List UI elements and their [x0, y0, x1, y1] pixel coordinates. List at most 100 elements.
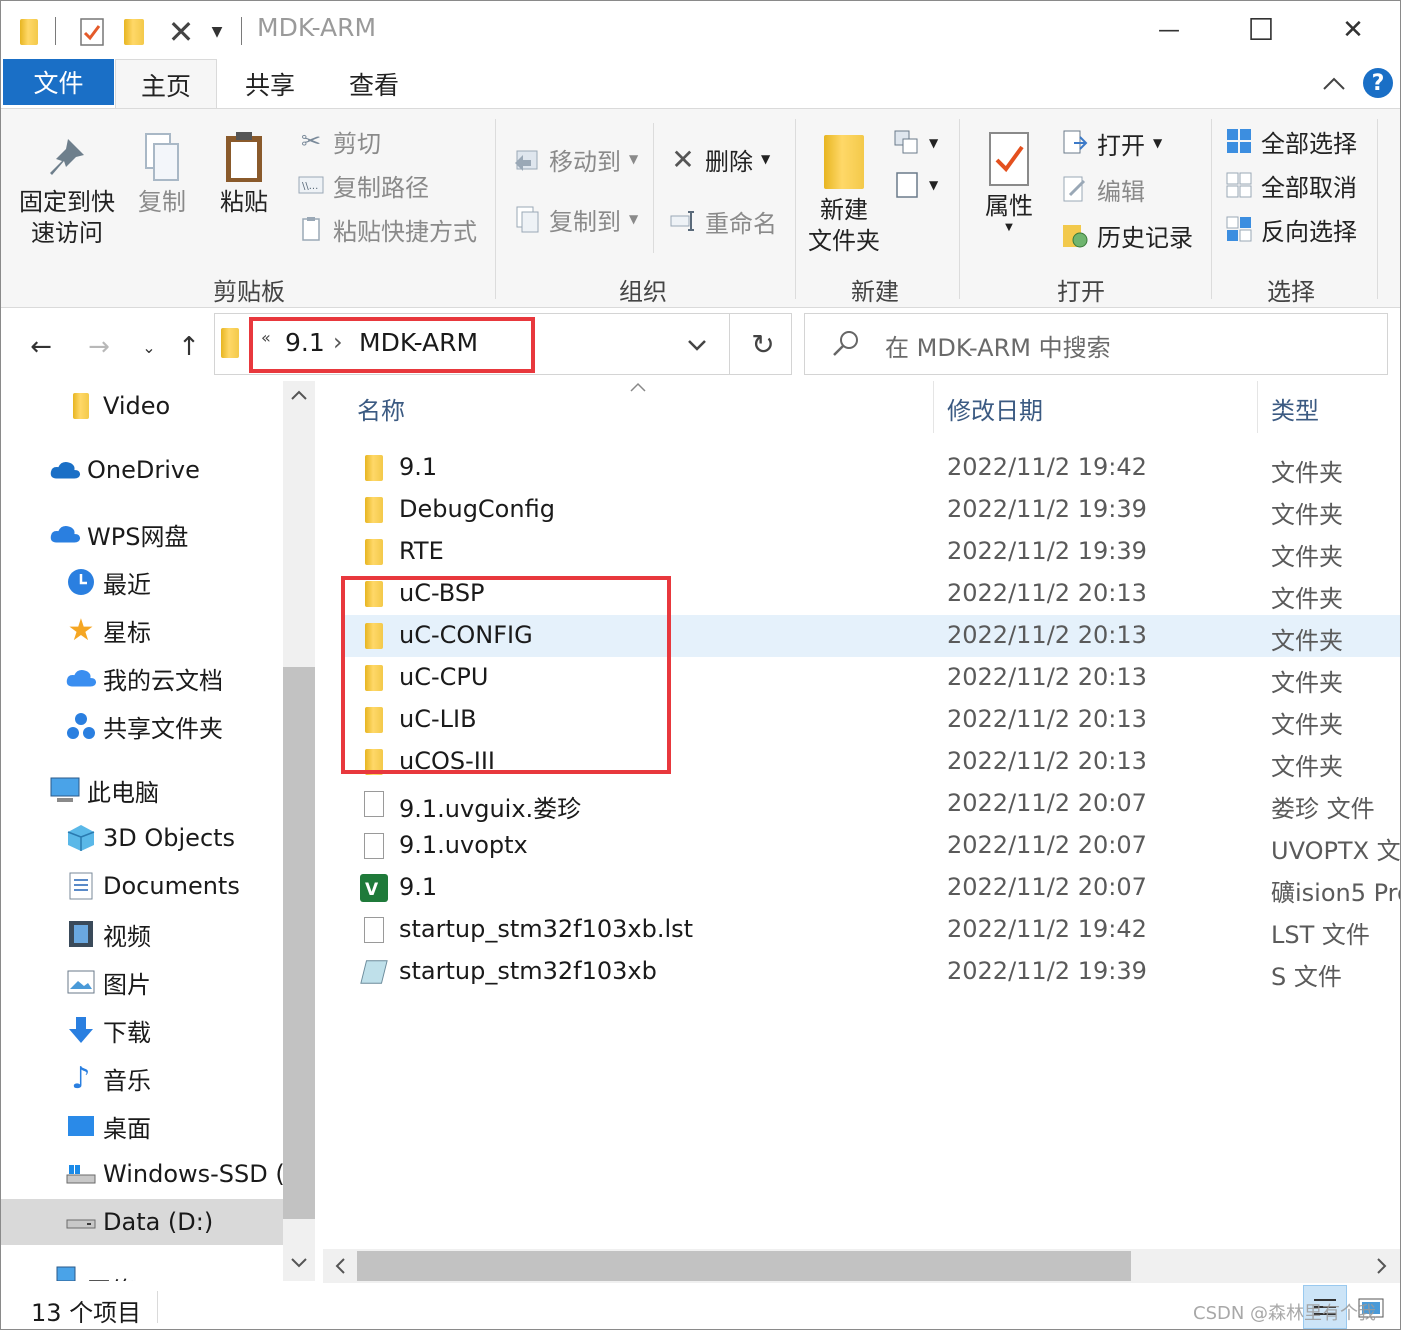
nav-item-windows-ssd[interactable]: Windows-SSD ( — [1, 1151, 283, 1197]
copy-icon — [129, 129, 195, 187]
easy-access-button[interactable]: ▼ — [893, 165, 938, 205]
file-row[interactable]: 9.1.uvoptx 2022/11/2 20:07 UVOPTX 文 — [341, 825, 1400, 867]
nav-item-video[interactable]: Video — [1, 383, 283, 429]
tab-home[interactable]: 主页 — [115, 59, 217, 109]
divider — [729, 314, 730, 374]
column-header-date[interactable]: 修改日期 — [947, 391, 1043, 426]
cut-button[interactable]: ✂ 剪切 — [297, 121, 381, 161]
column-header-name[interactable]: 名称 — [357, 391, 405, 426]
properties-check-icon — [973, 127, 1045, 191]
breadcrumb-9-1[interactable]: 9.1 — [285, 328, 325, 357]
file-row[interactable]: DebugConfig 2022/11/2 19:39 文件夹 — [341, 489, 1400, 531]
delete-button[interactable]: ✕ 删除 ▼ — [669, 139, 770, 179]
file-row[interactable]: RTE 2022/11/2 19:39 文件夹 — [341, 531, 1400, 573]
collapse-ribbon-icon[interactable] — [1317, 67, 1351, 101]
nav-item-music[interactable]: ♪ 音乐 — [1, 1055, 283, 1101]
nav-item-documents[interactable]: Documents — [1, 863, 283, 909]
open-button[interactable]: 打开 ▼ — [1061, 123, 1162, 163]
minimize-button[interactable]: — — [1145, 7, 1193, 53]
new-folder-icon[interactable] — [119, 15, 149, 49]
nav-item-onedrive[interactable]: OneDrive — [1, 447, 283, 493]
file-scroll-thumb[interactable] — [357, 1251, 1131, 1281]
nav-item-pictures[interactable]: 图片 — [1, 959, 283, 1005]
tab-view[interactable]: 查看 — [327, 59, 421, 109]
nav-item-wps[interactable]: WPS网盘 — [1, 511, 283, 557]
nav-item-3d-objects[interactable]: 3D Objects — [1, 815, 283, 861]
column-header-type[interactable]: 类型 — [1271, 391, 1319, 426]
copy-to-button[interactable]: 复制到 ▼ — [513, 199, 638, 239]
nav-scroll-thumb[interactable] — [283, 667, 315, 1219]
pin-quick-access-button[interactable]: 固定到快 速访问 — [13, 129, 121, 249]
properties-button[interactable]: 属性 ▼ — [973, 127, 1045, 234]
asm-file-icon — [359, 957, 389, 987]
paste-button[interactable]: 粘贴 — [207, 129, 281, 218]
select-none-label: 全部取消 — [1261, 173, 1357, 202]
copy-path-button[interactable]: \\... 复制路径 — [297, 165, 429, 205]
scroll-down-icon[interactable] — [289, 1255, 309, 1274]
breadcrumb-separator[interactable]: › — [333, 328, 343, 356]
new-folder-label-1: 新建 — [820, 196, 868, 224]
file-list-scrollbar[interactable] — [323, 1249, 1400, 1283]
nav-item-videos[interactable]: 视频 — [1, 911, 283, 957]
nav-item-this-pc[interactable]: 此电脑 — [1, 767, 283, 813]
drive-icon — [65, 1206, 97, 1238]
up-button[interactable]: ↑ — [169, 327, 209, 367]
paste-shortcut-button[interactable]: 粘贴快捷方式 — [297, 209, 477, 249]
file-type: S 文件 — [1271, 963, 1342, 991]
scroll-left-icon[interactable] — [333, 1257, 347, 1279]
open-label: 打开 — [1097, 131, 1145, 160]
nav-item-starred[interactable]: ★ 星标 — [1, 607, 283, 653]
history-button[interactable]: 历史记录 — [1061, 215, 1193, 255]
nav-label: Windows-SSD ( — [103, 1160, 283, 1188]
recent-locations-button[interactable]: ⌄ — [129, 327, 169, 367]
paste-shortcut-label: 粘贴快捷方式 — [333, 217, 477, 246]
chevron-down-icon[interactable]: ▼ — [205, 15, 229, 49]
file-date: 2022/11/2 20:13 — [947, 747, 1147, 775]
tab-share[interactable]: 共享 — [223, 59, 317, 109]
move-to-button[interactable]: 移动到 ▼ — [513, 139, 638, 179]
music-icon: ♪ — [71, 1060, 91, 1096]
nav-item-cloud-docs[interactable]: 我的云文档 — [1, 655, 283, 701]
scroll-right-icon[interactable] — [1375, 1257, 1389, 1279]
file-row[interactable]: 9.1 2022/11/2 19:42 文件夹 — [341, 447, 1400, 489]
nav-item-downloads[interactable]: 下载 — [1, 1007, 283, 1053]
invert-selection-button[interactable]: 反向选择 — [1225, 209, 1357, 249]
svg-text:\\...: \\... — [302, 181, 318, 192]
copy-path-label: 复制路径 — [333, 173, 429, 202]
nav-item-network[interactable]: 网络 — [1, 1263, 283, 1281]
address-bar[interactable]: « 9.1 › MDK-ARM ↻ — [214, 313, 792, 375]
edit-button[interactable]: 编辑 — [1061, 169, 1145, 209]
nav-item-data-d[interactable]: Data (D:) — [1, 1199, 283, 1245]
file-row[interactable]: 9.1.uvguix.娄珍 2022/11/2 20:07 娄珍 文件 — [341, 783, 1400, 825]
tab-file[interactable]: 文件 — [3, 59, 114, 105]
breadcrumb-mdk-arm[interactable]: MDK-ARM — [359, 328, 478, 357]
file-row[interactable]: V 9.1 2022/11/2 20:07 礦ision5 Pro — [341, 867, 1400, 909]
address-history-chevron-icon[interactable] — [687, 336, 707, 355]
nav-item-shared-folder[interactable]: 共享文件夹 — [1, 703, 283, 749]
scroll-up-icon[interactable] — [289, 387, 309, 406]
select-none-button[interactable]: 全部取消 — [1225, 165, 1357, 205]
close-button[interactable]: ✕ — [1329, 7, 1377, 53]
nav-pane-scrollbar[interactable] — [283, 381, 315, 1281]
file-row[interactable]: startup_stm32f103xb 2022/11/2 19:39 S 文件 — [341, 951, 1400, 993]
nav-item-desktop[interactable]: 桌面 — [1, 1103, 283, 1149]
folder-icon — [15, 15, 43, 49]
breadcrumb-overflow[interactable]: « — [261, 328, 271, 347]
back-button[interactable]: ← — [21, 327, 61, 367]
forward-button[interactable]: → — [79, 327, 119, 367]
help-icon[interactable]: ? — [1363, 68, 1393, 98]
new-folder-button[interactable]: 新建 文件夹 — [801, 129, 887, 257]
refresh-icon[interactable]: ↻ — [743, 324, 783, 364]
nav-label: 最近 — [103, 570, 151, 599]
maximize-button[interactable]: ☐ — [1237, 7, 1285, 53]
delete-icon[interactable]: ✕ — [163, 13, 199, 51]
file-row[interactable]: startup_stm32f103xb.lst 2022/11/2 19:42 LS… — [341, 909, 1400, 951]
new-item-button[interactable]: ▼ — [893, 123, 938, 163]
search-box[interactable]: 在 MDK-ARM 中搜索 — [804, 313, 1388, 375]
nav-item-recent[interactable]: 最近 — [1, 559, 283, 605]
copy-button[interactable]: 复制 — [129, 129, 195, 218]
rename-button[interactable]: 重命名 — [669, 201, 777, 241]
select-all-button[interactable]: 全部选择 — [1225, 121, 1357, 161]
properties-icon[interactable] — [77, 15, 107, 49]
divider — [241, 17, 242, 45]
